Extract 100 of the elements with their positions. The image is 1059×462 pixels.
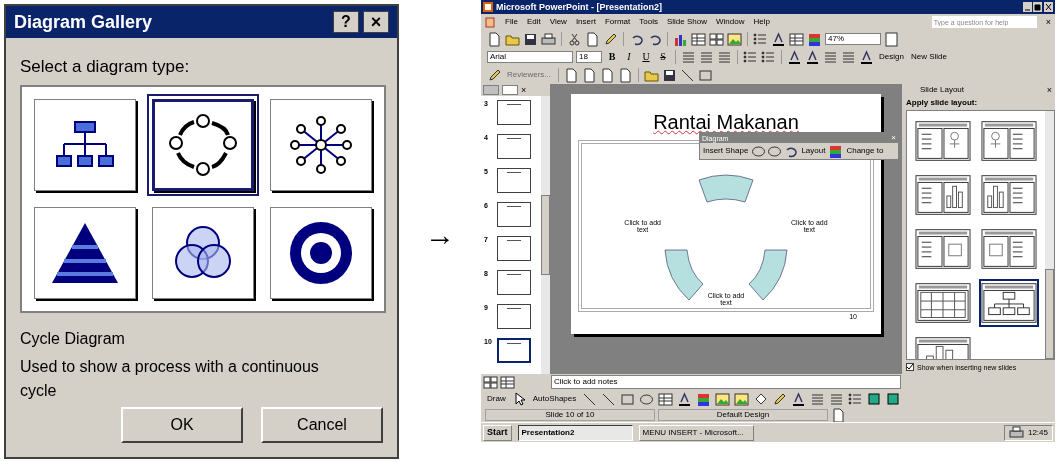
close-button[interactable]: × xyxy=(363,11,389,33)
slide-thumbnail[interactable] xyxy=(497,134,531,159)
table-icon[interactable] xyxy=(658,391,674,407)
menu-item[interactable]: Edit xyxy=(526,18,541,26)
printer-icon[interactable] xyxy=(541,31,556,47)
oval-icon[interactable] xyxy=(767,143,783,159)
font-field[interactable]: Arial xyxy=(487,51,573,63)
menu-item[interactable]: Tools xyxy=(639,18,658,26)
page-icon[interactable] xyxy=(831,407,846,423)
diagram-type-option[interactable] xyxy=(34,207,136,299)
dialog-button[interactable]: Cancel xyxy=(261,407,383,443)
page-icon[interactable] xyxy=(585,31,600,47)
pencil-icon[interactable] xyxy=(772,391,788,407)
list-icon[interactable] xyxy=(761,49,776,65)
layout-button[interactable]: Layout xyxy=(799,147,828,155)
line-icon[interactable] xyxy=(582,391,598,407)
oval-icon[interactable] xyxy=(639,391,655,407)
page-icon[interactable] xyxy=(618,67,633,83)
new-slide-button[interactable]: New Slide xyxy=(908,50,949,64)
diagram-type-option[interactable] xyxy=(152,207,254,299)
autoshapes-button[interactable]: AutoShapes xyxy=(530,395,579,403)
close-document-icon[interactable]: × xyxy=(1045,17,1051,27)
dialog-button[interactable]: OK xyxy=(121,407,243,443)
menu-item[interactable]: File xyxy=(505,18,518,26)
menu-item[interactable]: Window xyxy=(715,18,745,26)
window-title: Diagram Gallery xyxy=(14,10,153,34)
format-button[interactable]: I xyxy=(622,50,636,64)
format-button[interactable]: U xyxy=(639,50,653,64)
menu-item[interactable]: View xyxy=(549,18,567,26)
menu-item[interactable]: Slide Show xyxy=(666,18,707,26)
table-icon[interactable] xyxy=(691,31,706,47)
slide-thumbnail[interactable] xyxy=(497,236,531,261)
start-button[interactable]: Start xyxy=(483,424,512,441)
printer-icon[interactable] xyxy=(1008,425,1024,440)
picture-icon[interactable] xyxy=(715,391,731,407)
font-color-icon[interactable] xyxy=(771,31,786,47)
help-button[interactable]: ? xyxy=(333,11,359,33)
page-icon[interactable] xyxy=(582,67,597,83)
shadow-icon[interactable] xyxy=(867,391,883,407)
window-controls-icon[interactable] xyxy=(1023,2,1053,12)
color-grid-icon[interactable] xyxy=(828,143,844,159)
taskbar-button[interactable]: Presentation2 xyxy=(517,424,633,441)
page-icon[interactable] xyxy=(600,67,615,83)
close-pane-icon[interactable]: × xyxy=(1046,85,1052,95)
change-to-button[interactable]: Change to xyxy=(844,147,886,155)
font-color-icon[interactable] xyxy=(859,49,874,65)
menu-item[interactable]: Help xyxy=(753,18,770,26)
slide-thumbnail[interactable] xyxy=(497,270,531,295)
pencil-icon[interactable] xyxy=(603,31,618,47)
diagram-type-option[interactable] xyxy=(270,207,372,299)
list-icon[interactable] xyxy=(743,49,758,65)
line-icon[interactable] xyxy=(601,391,617,407)
save-icon[interactable] xyxy=(662,67,677,83)
insert-shape-button[interactable]: Insert Shape xyxy=(701,147,751,155)
oval-icon[interactable] xyxy=(751,143,767,159)
zoom-field[interactable]: 47% xyxy=(825,33,881,45)
page-icon[interactable] xyxy=(487,31,502,47)
pencil-icon[interactable] xyxy=(487,67,502,83)
slide-sorter-icon[interactable] xyxy=(483,374,498,390)
close-toolbar-icon[interactable]: × xyxy=(891,134,896,142)
diagram-type-option[interactable] xyxy=(34,99,136,191)
font-color-icon[interactable] xyxy=(791,391,807,407)
slide-thumbnail[interactable] xyxy=(497,100,531,125)
slides-tab[interactable] xyxy=(502,85,518,95)
cycle-diagram-icon xyxy=(168,113,238,177)
scrollbar[interactable] xyxy=(541,96,550,374)
table-icon[interactable] xyxy=(789,31,804,47)
draw-button[interactable]: Draw xyxy=(485,395,508,403)
font-color-icon[interactable] xyxy=(677,391,693,407)
menu-item[interactable]: Format xyxy=(604,18,631,26)
table-icon[interactable] xyxy=(500,374,515,390)
slide-thumbnail[interactable] xyxy=(497,338,531,363)
close-pane-icon[interactable]: × xyxy=(521,85,527,95)
diagram-type-option[interactable] xyxy=(270,99,372,191)
scrollbar[interactable] xyxy=(1045,111,1054,359)
slide-sorter-icon[interactable] xyxy=(709,31,724,47)
show-option-checkbox[interactable] xyxy=(906,363,914,371)
slide-thumbnail[interactable] xyxy=(497,202,531,227)
list-icon[interactable] xyxy=(753,31,768,47)
scissors-icon[interactable] xyxy=(567,31,582,47)
line-icon[interactable] xyxy=(680,67,695,83)
color-grid-icon[interactable] xyxy=(807,31,822,47)
layout-option[interactable] xyxy=(979,279,1039,327)
format-button[interactable]: B xyxy=(605,50,619,64)
notes-field[interactable]: Click to add notes xyxy=(551,375,901,389)
document-icon[interactable] xyxy=(485,16,496,28)
color-grid-icon[interactable] xyxy=(696,391,712,407)
slide-thumbnail[interactable] xyxy=(497,304,531,329)
slide-thumbnail[interactable] xyxy=(497,168,531,193)
taskbar-button[interactable]: MENU INSERT - Microsoft... xyxy=(638,424,754,441)
shadow-icon[interactable] xyxy=(886,391,902,407)
font-size-field[interactable]: 18 xyxy=(576,51,602,63)
font-color-icon[interactable] xyxy=(787,49,802,65)
list-icon[interactable] xyxy=(848,391,864,407)
menu-item[interactable]: Insert xyxy=(575,18,596,26)
page-icon[interactable] xyxy=(564,67,579,83)
format-button[interactable]: S xyxy=(656,50,670,64)
design-button[interactable]: Design xyxy=(877,50,906,64)
save-icon[interactable] xyxy=(523,31,538,47)
font-color-icon[interactable] xyxy=(805,49,820,65)
